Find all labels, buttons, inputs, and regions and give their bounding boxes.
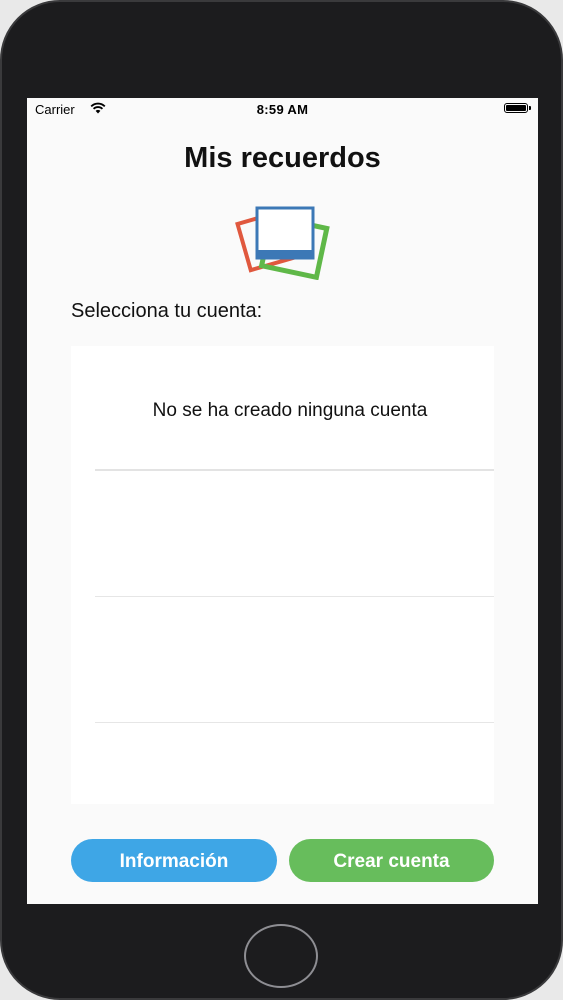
battery-icon [504, 103, 531, 113]
page-title: Mis recuerdos [184, 142, 381, 174]
list-item [95, 472, 494, 597]
clock-time: 8:59 AM [256, 102, 309, 117]
info-button[interactable]: Información [71, 839, 277, 882]
list-item: No se ha creado ninguna cuenta [95, 346, 494, 471]
photos-stack-icon [235, 206, 330, 280]
create-account-button[interactable]: Crear cuenta [289, 839, 494, 882]
home-button[interactable] [244, 924, 318, 988]
list-item [95, 724, 494, 849]
status-bar: Carrier 8:59 AM [27, 98, 538, 120]
app-screen: Carrier 8:59 AM Mis recuerdos Selecciona… [27, 98, 538, 904]
list-item [95, 598, 494, 723]
accounts-list: No se ha creado ninguna cuenta [71, 346, 494, 804]
empty-accounts-message: No se ha creado ninguna cuenta [152, 400, 428, 421]
select-account-label: Selecciona tu cuenta: [71, 300, 263, 322]
device-frame: Carrier 8:59 AM Mis recuerdos Selecciona… [0, 0, 563, 1000]
